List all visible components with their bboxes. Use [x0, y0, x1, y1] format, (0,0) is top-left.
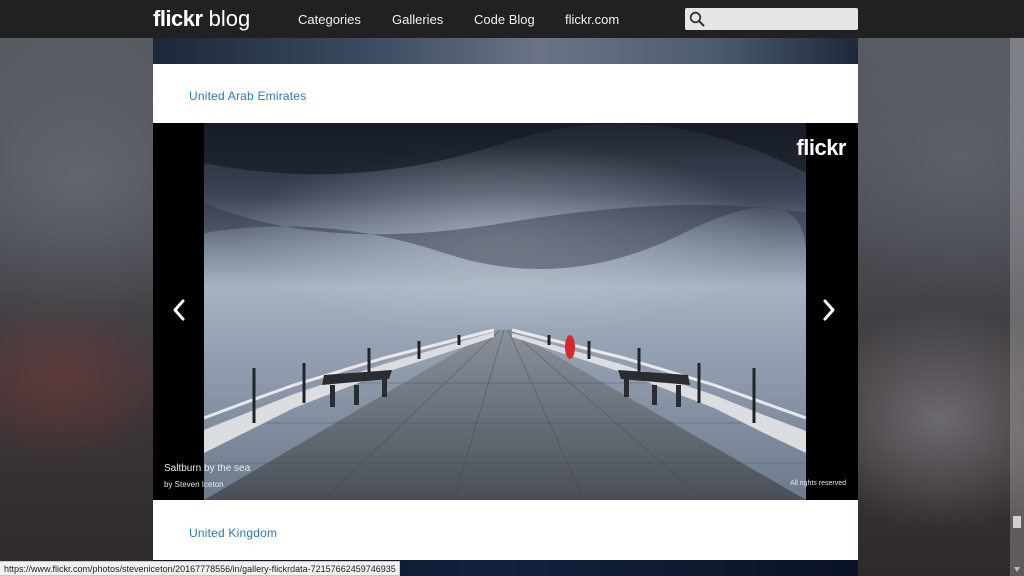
nav-flickr-com[interactable]: flickr.com: [565, 12, 619, 28]
photo-title[interactable]: Saltburn by the sea: [164, 463, 250, 474]
chevron-left-icon[interactable]: [167, 295, 191, 325]
search-input[interactable]: [709, 10, 853, 28]
nav-code-blog[interactable]: Code Blog: [474, 12, 535, 28]
section-heading-united-kingdom[interactable]: United Kingdom: [189, 526, 277, 540]
logo-blog-text: blog: [208, 6, 251, 31]
scroll-thumb[interactable]: [1013, 516, 1021, 528]
chevron-right-icon[interactable]: [817, 295, 841, 325]
nav-galleries[interactable]: Galleries: [392, 12, 443, 28]
photo-saltburn-pier[interactable]: [204, 123, 806, 500]
logo-flickr-text: flickr: [153, 6, 203, 31]
page-scrollbar[interactable]: [1010, 0, 1024, 576]
link-status-bar: https://www.flickr.com/photos/stevenicet…: [0, 561, 400, 576]
search-icon[interactable]: [689, 11, 705, 27]
blog-content-column: United Arab Emirates flickr Saltburn by …: [153, 38, 858, 576]
flickr-watermark: flickr: [796, 135, 846, 160]
photo-rights: All rights reserved: [789, 480, 846, 487]
scroll-down-icon[interactable]: [1013, 565, 1021, 573]
previous-photo-strip: [153, 38, 858, 64]
section-heading-united-arab-emirates[interactable]: United Arab Emirates: [189, 89, 306, 103]
photo-slideshow: flickr Saltburn by the sea by Steven Ice…: [153, 123, 858, 500]
flickr-blog-logo[interactable]: flickr blog: [153, 6, 250, 32]
top-navigation-bar: flickr blog Categories Galleries Code Blo…: [0, 0, 1024, 38]
photo-author[interactable]: by Steven Iceton: [164, 480, 224, 489]
nav-categories[interactable]: Categories: [298, 12, 361, 28]
search-box[interactable]: [685, 8, 858, 30]
